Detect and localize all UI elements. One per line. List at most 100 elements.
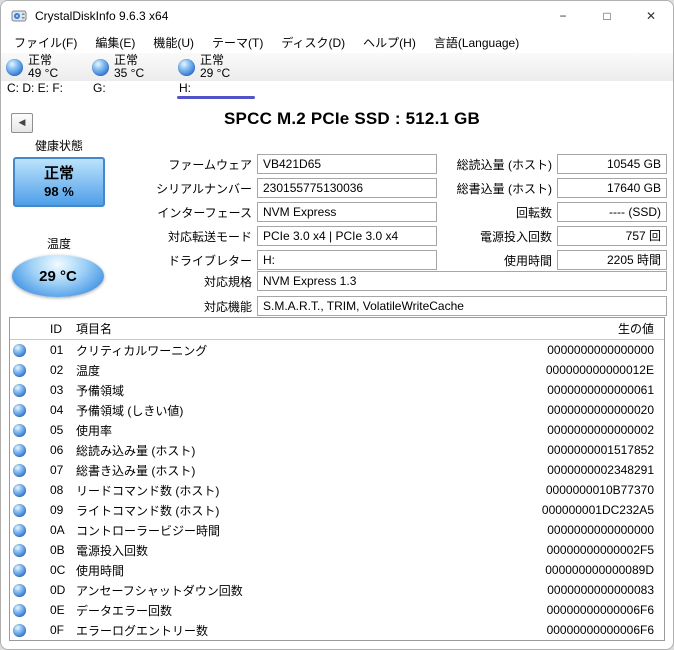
attribute-id-cell: 0C — [50, 563, 66, 577]
attribute-raw-value-cell: 0000000000000000 — [547, 343, 654, 357]
drive-tab-text: 正常 35 °C — [114, 54, 144, 80]
temperature-indicator[interactable]: 29 °C — [12, 255, 104, 297]
attribute-status-cell — [10, 443, 50, 457]
attribute-name-cell: リードコマンド数 (ホスト) — [76, 483, 220, 498]
smart-table: ID 項目名 生の値 01 クリティカルワーニング 00000000000000… — [9, 317, 665, 641]
table-row[interactable]: 04 予備領域 (しきい値) 0000000000000020 — [10, 400, 664, 420]
drive-strip: 正常 49 °C C: D: E: F: 正常 35 °C G: 正常 29 °… — [1, 53, 673, 99]
field-row: ドライブレター H: — [121, 250, 437, 270]
field-row: 電源投入回数 757 回 — [441, 226, 667, 246]
drive-tab-summary: 正常 35 °C — [87, 53, 173, 81]
attribute-status-cell — [10, 523, 50, 537]
attribute-status-orb-icon — [13, 463, 26, 477]
attribute-status-orb-icon — [13, 503, 26, 517]
window-title: CrystalDiskInfo 9.6.3 x64 — [35, 9, 169, 23]
attribute-raw-value-cell: 0000000002348291 — [547, 463, 654, 477]
attribute-name-cell: 総読み込み量 (ホスト) — [76, 443, 196, 458]
drive-temperature-text: 35 °C — [114, 66, 145, 80]
menu-function[interactable]: 機能(U) — [144, 32, 203, 53]
drive-tab-cdef[interactable]: 正常 49 °C C: D: E: F: — [1, 53, 87, 99]
attribute-status-cell — [10, 623, 50, 637]
field-label: インターフェース — [157, 205, 252, 220]
field-row: 総書込量 (ホスト) 17640 GB — [441, 178, 667, 198]
health-status-label: 健康状態 — [34, 139, 83, 153]
field-value: 10545 GB — [557, 154, 667, 174]
attribute-id-cell: 06 — [50, 443, 64, 457]
drive-letters: C: D: E: F: — [7, 81, 64, 95]
drive-tab-h[interactable]: 正常 29 °C H: — [173, 53, 259, 99]
field-label: 対応機能 — [203, 299, 252, 314]
attribute-id-cell: 07 — [50, 463, 64, 477]
drive-status-orb-icon — [6, 58, 23, 76]
status-column: 健康状態 正常 98 % 温度 29 °C — [9, 99, 109, 317]
attribute-status-orb-icon — [13, 623, 26, 637]
attribute-raw-value-cell: 0000000001517852 — [547, 443, 654, 457]
table-row[interactable]: 02 温度 000000000000012E — [10, 360, 664, 380]
attribute-raw-value-cell: 00000000000006F6 — [546, 603, 654, 617]
field-label: ドライブレター — [167, 253, 252, 268]
table-row[interactable]: 03 予備領域 0000000000000061 — [10, 380, 664, 400]
table-row[interactable]: 08 リードコマンド数 (ホスト) 0000000010B77370 — [10, 480, 664, 500]
menu-file[interactable]: ファイル(F) — [5, 32, 86, 53]
field-row: 使用時間 2205 時間 — [441, 250, 667, 270]
attribute-status-orb-icon — [13, 603, 26, 617]
window-controls: − □ ✕ — [541, 1, 673, 31]
drive-status-orb-icon — [92, 58, 109, 76]
attribute-name-cell: コントローラービジー時間 — [76, 523, 221, 538]
table-row[interactable]: 06 総読み込み量 (ホスト) 0000000001517852 — [10, 440, 664, 460]
table-row[interactable]: 0E データエラー回数 00000000000006F6 — [10, 600, 664, 620]
attribute-status-cell — [10, 543, 50, 557]
field-value: 230155775130036 — [257, 178, 437, 198]
health-status-box[interactable]: 正常 98 % — [13, 157, 105, 207]
attribute-status-orb-icon — [13, 343, 26, 357]
field-label: ファームウェア — [168, 157, 252, 172]
table-row[interactable]: 09 ライトコマンド数 (ホスト) 000000001DC232A5 — [10, 500, 664, 520]
menu-disk[interactable]: ディスク(D) — [272, 32, 354, 53]
attribute-raw-value-cell: 00000000000006F6 — [546, 623, 654, 637]
field-value: VB421D65 — [257, 154, 437, 174]
table-row[interactable]: 0F エラーログエントリー数 00000000000006F6 — [10, 620, 664, 640]
field-value: 2205 時間 — [557, 250, 667, 270]
drive-tab-summary: 正常 49 °C — [1, 53, 87, 81]
attribute-name-cell: 使用率 — [76, 423, 113, 438]
minimize-icon[interactable]: − — [541, 1, 585, 31]
table-row[interactable]: 05 使用率 0000000000000002 — [10, 420, 664, 440]
table-row[interactable]: 0C 使用時間 000000000000089D — [10, 560, 664, 580]
drive-temperature-text: 29 °C — [200, 66, 231, 80]
table-row[interactable]: 07 総書き込み量 (ホスト) 0000000002348291 — [10, 460, 664, 480]
field-label: 使用時間 — [503, 253, 552, 268]
attribute-id-cell: 03 — [50, 383, 64, 397]
attribute-status-orb-icon — [13, 443, 26, 457]
field-label: 電源投入回数 — [479, 229, 552, 244]
menu-edit[interactable]: 編集(E) — [86, 32, 144, 53]
temperature-label: 温度 — [46, 237, 71, 251]
drive-tab-g[interactable]: 正常 35 °C G: — [87, 53, 173, 99]
attribute-raw-value-cell: 0000000000000000 — [547, 523, 654, 537]
maximize-icon[interactable]: □ — [585, 1, 629, 31]
attribute-id-cell: 01 — [50, 343, 64, 357]
table-row[interactable]: 01 クリティカルワーニング 0000000000000000 — [10, 340, 664, 360]
name-column-header: 項目名 — [76, 322, 113, 336]
field-row: シリアルナンバー 230155775130036 — [121, 178, 437, 198]
menu-language[interactable]: 言語(Language) — [425, 32, 528, 53]
disk-title: SPCC M.2 PCIe SSD : 512.1 GB — [224, 109, 480, 128]
drive-temperature-text: 49 °C — [28, 66, 59, 80]
menu-theme[interactable]: テーマ(T) — [203, 32, 272, 53]
menu-help[interactable]: ヘルプ(H) — [354, 32, 425, 53]
raw-column-header: 生の値 — [617, 322, 654, 336]
close-icon[interactable]: ✕ — [629, 1, 673, 31]
attribute-raw-value-cell: 00000000000002F5 — [546, 543, 654, 557]
attribute-status-orb-icon — [13, 403, 26, 417]
drive-status-orb-icon — [178, 58, 195, 76]
table-row[interactable]: 0A コントローラービジー時間 0000000000000000 — [10, 520, 664, 540]
attribute-id-cell: 08 — [50, 483, 64, 497]
attribute-status-cell — [10, 403, 50, 417]
field-row: ファームウェア VB421D65 — [121, 154, 437, 174]
attribute-status-orb-icon — [13, 523, 26, 537]
attribute-id-cell: 0A — [50, 523, 65, 537]
app-disk-icon — [11, 8, 27, 24]
table-row[interactable]: 0B 電源投入回数 00000000000002F5 — [10, 540, 664, 560]
health-percent-value: 98 % — [44, 184, 74, 199]
drive-tabs: 正常 49 °C C: D: E: F: 正常 35 °C G: 正常 29 °… — [1, 53, 673, 99]
table-row[interactable]: 0D アンセーフシャットダウン回数 0000000000000083 — [10, 580, 664, 600]
